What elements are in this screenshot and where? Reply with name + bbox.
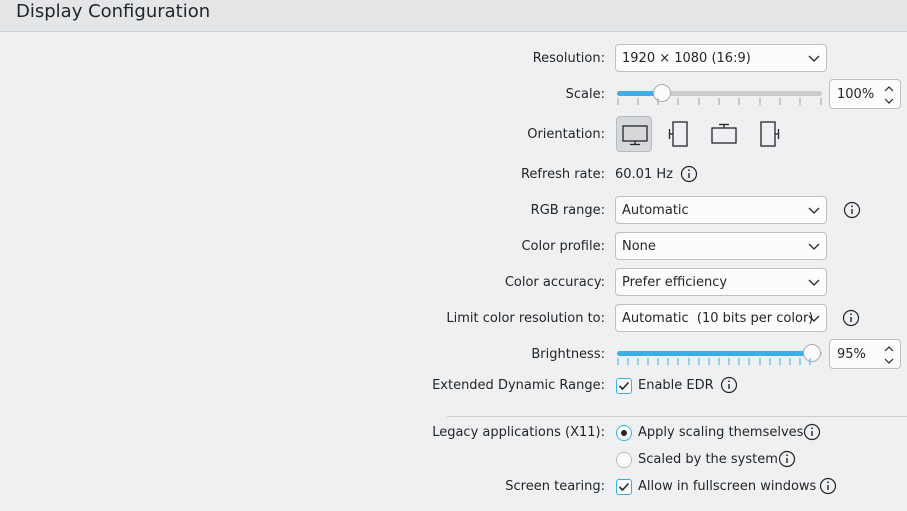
color-profile-label: Color profile: — [521, 239, 605, 254]
info-icon[interactable] — [778, 450, 796, 468]
allow-fullscreen-text[interactable]: Allow in fullscreen windows — [638, 479, 816, 494]
limit-color-resolution-combo[interactable]: Automatic (10 bits per color) — [615, 304, 827, 332]
info-icon[interactable] — [843, 201, 861, 219]
info-icon[interactable] — [803, 423, 821, 441]
scale-slider-track[interactable] — [617, 91, 822, 96]
spin-arrows-icon[interactable] — [882, 343, 896, 367]
spin-arrows-icon[interactable] — [882, 83, 896, 107]
info-icon[interactable] — [819, 477, 837, 495]
enable-edr-checkbox[interactable] — [616, 378, 632, 394]
header-bar: Display Configuration — [0, 0, 907, 32]
info-icon[interactable] — [680, 165, 698, 183]
monitor-flipped-icon — [711, 123, 737, 144]
chevron-down-icon — [808, 55, 820, 62]
settings-panel: Resolution: 1920 × 1080 (16:9) Scale: 10… — [0, 32, 907, 511]
brightness-slider-ticks — [617, 358, 811, 365]
brightness-spinbox[interactable]: 95% — [829, 339, 901, 369]
apply-scaling-text[interactable]: Apply scaling themselves — [638, 425, 803, 440]
screen-tearing-label: Screen tearing: — [505, 479, 605, 494]
color-profile-combo[interactable]: None — [615, 232, 827, 260]
scale-slider-ticks — [617, 98, 822, 105]
brightness-slider-fill — [617, 351, 812, 356]
checkmark-icon — [618, 381, 630, 391]
page-title: Display Configuration — [16, 1, 211, 22]
scale-value: 100% — [837, 87, 875, 102]
monitor-portrait-right-icon — [760, 121, 780, 147]
orientation-portrait-right-button[interactable] — [751, 116, 787, 152]
orientation-label: Orientation: — [527, 127, 605, 142]
refresh-rate-value: 60.01 Hz — [615, 167, 673, 182]
monitor-landscape-icon — [622, 125, 648, 146]
orientation-flipped-button[interactable] — [706, 116, 742, 152]
scaled-by-system-radio[interactable] — [616, 452, 632, 468]
checkmark-icon — [618, 482, 630, 492]
brightness-value: 95% — [837, 347, 866, 362]
resolution-combo[interactable]: 1920 × 1080 (16:9) — [615, 44, 827, 72]
color-accuracy-value: Prefer efficiency — [622, 275, 728, 290]
color-accuracy-label: Color accuracy: — [504, 275, 605, 290]
color-accuracy-combo[interactable]: Prefer efficiency — [615, 268, 827, 296]
resolution-label: Resolution: — [532, 51, 605, 66]
rgb-range-value: Automatic — [622, 203, 689, 218]
brightness-label: Brightness: — [531, 347, 605, 362]
section-divider — [447, 416, 907, 417]
rgb-range-label: RGB range: — [530, 203, 605, 218]
color-profile-value: None — [622, 239, 656, 254]
orientation-landscape-button[interactable] — [616, 116, 652, 152]
limit-color-resolution-label: Limit color resolution to: — [446, 311, 605, 326]
scale-spinbox[interactable]: 100% — [829, 79, 901, 109]
legacy-apps-label: Legacy applications (X11): — [432, 425, 605, 440]
chevron-down-icon — [808, 279, 820, 286]
rgb-range-combo[interactable]: Automatic — [615, 196, 827, 224]
refresh-rate-label: Refresh rate: — [520, 167, 605, 182]
allow-fullscreen-checkbox[interactable] — [616, 479, 632, 495]
monitor-portrait-left-icon — [668, 121, 688, 147]
scaled-by-system-text[interactable]: Scaled by the system — [638, 452, 778, 467]
orientation-portrait-left-button[interactable] — [661, 116, 697, 152]
enable-edr-text[interactable]: Enable EDR — [638, 378, 714, 393]
chevron-down-icon — [808, 207, 820, 214]
apply-scaling-radio[interactable] — [616, 425, 632, 441]
info-icon[interactable] — [720, 376, 738, 394]
edr-label: Extended Dynamic Range: — [432, 378, 605, 393]
info-icon[interactable] — [842, 309, 860, 327]
chevron-down-icon — [808, 243, 820, 250]
limit-color-resolution-value: Automatic (10 bits per color) — [622, 311, 814, 326]
scale-label: Scale: — [565, 87, 605, 102]
resolution-value: 1920 × 1080 (16:9) — [622, 51, 751, 66]
chevron-down-icon — [808, 315, 820, 322]
brightness-slider-track[interactable] — [617, 351, 822, 356]
